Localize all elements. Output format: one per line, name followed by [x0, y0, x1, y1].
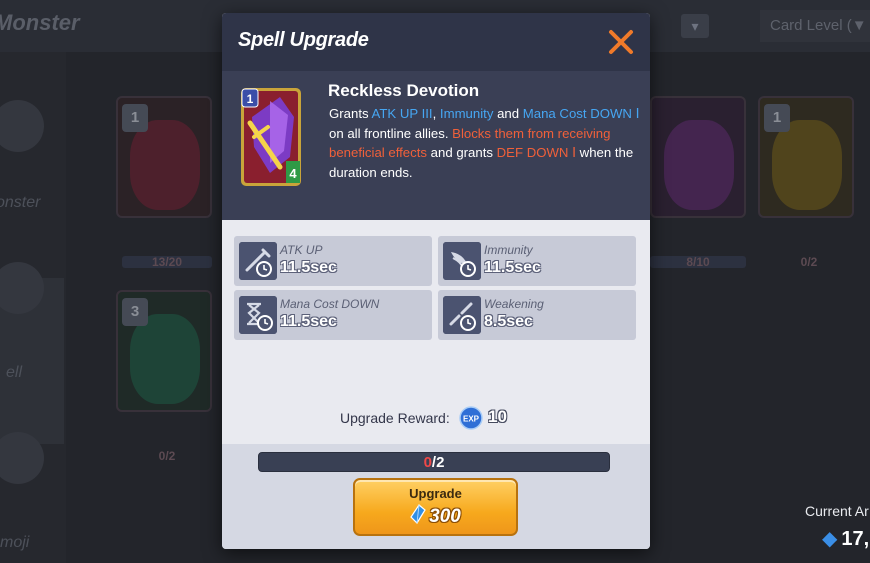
card-count: 13/20 [122, 256, 212, 268]
spell-info-panel: 1 4 Reckless Devotion Grants ATK UP III,… [222, 71, 650, 220]
card-art [130, 314, 200, 404]
effect-duration: 8.5sec [484, 313, 533, 330]
wing-timer-icon [443, 242, 481, 280]
sidebar: onster ell moji [0, 52, 66, 563]
card-level-badge: 3 [122, 298, 148, 326]
upgrade-reward-label: Upgrade Reward: [340, 410, 450, 426]
monster-tab-icon [0, 100, 44, 152]
card-count: 8/10 [650, 256, 746, 268]
spell-description: Grants ATK UP III, Immunity and Mana Cos… [329, 106, 640, 180]
effect-mana-cost-down: Mana Cost DOWN 11.5sec [234, 290, 432, 340]
svg-text:EXP: EXP [463, 415, 480, 424]
exp-icon: EXP [459, 406, 483, 430]
keyword-immunity: Immunity [439, 106, 494, 121]
upgrade-button[interactable]: Upgrade 300 [353, 478, 518, 536]
card-count: 0/2 [158, 449, 176, 463]
broken-sword-timer-icon [443, 296, 481, 334]
upgrade-cost: 300 [355, 504, 516, 528]
card-level-badge: 1 [764, 104, 790, 132]
crystal-icon [410, 504, 426, 524]
spell-card[interactable]: 1 [758, 96, 854, 218]
card-art [130, 120, 200, 210]
effect-name: Immunity [484, 243, 533, 257]
card-art [664, 120, 734, 210]
spell-card[interactable]: 3 [116, 290, 212, 412]
sort-dropdown[interactable]: Card Level (▼ [760, 10, 870, 42]
sidebar-item-monster[interactable]: onster [0, 194, 62, 212]
spell-upgrade-dialog: Spell Upgrade 1 4 Reckless Devotion Gran… [222, 13, 650, 549]
dialog-header: Spell Upgrade [222, 13, 650, 71]
filter-dropdown[interactable]: ▾ [681, 14, 709, 38]
effect-weakening: Weakening 8.5sec [438, 290, 636, 340]
currency-label: Current Ar [805, 503, 869, 519]
spell-card-art: 1 4 [241, 88, 301, 186]
keyword-mana-cost-down: Mana Cost DOWN Ⅰ [522, 106, 640, 121]
effect-duration: 11.5sec [280, 313, 337, 330]
spell-card[interactable]: 1 [116, 96, 212, 218]
progress-text: 0/2 [423, 454, 445, 471]
effect-duration: 11.5sec [484, 259, 541, 276]
crystal-icon: ◆ [822, 528, 838, 550]
effect-name: Mana Cost DOWN [280, 297, 380, 311]
effect-atk-up: ATK UP 11.5sec [234, 236, 432, 286]
card-progress-bar: 0/2 [258, 452, 610, 472]
dialog-footer: 0/2 Upgrade 300 [222, 444, 650, 549]
card-art [772, 120, 842, 210]
card-level-badge: 1 [122, 104, 148, 132]
upgrade-button-label: Upgrade [409, 486, 462, 501]
effect-duration: 11.5sec [280, 259, 337, 276]
close-x-icon[interactable] [606, 27, 636, 57]
sidebar-item-emoji[interactable]: moji [0, 534, 66, 552]
keyword-def-down: DEF DOWN Ⅰ [496, 145, 577, 160]
spell-name: Reckless Devotion [328, 81, 480, 100]
page-title: Monster [0, 10, 80, 35]
hourglass-timer-icon [239, 296, 277, 334]
effect-name: ATK UP [280, 243, 323, 257]
card-mana-cost: 4 [289, 166, 297, 181]
currency-value: ◆ 17, [822, 528, 870, 550]
keyword-atk-up: ATK UP III [371, 106, 433, 121]
card-level: 1 [247, 92, 254, 106]
effect-immunity: Immunity 11.5sec [438, 236, 636, 286]
emoji-tab-icon [0, 432, 44, 484]
sidebar-item-spell[interactable]: ell [6, 364, 72, 382]
upgrade-reward-value: 10 [488, 407, 507, 426]
card-count: 0/2 [800, 255, 818, 269]
chevron-down-icon: ▾ [691, 18, 699, 34]
effect-name: Weakening [484, 297, 544, 311]
sword-timer-icon [239, 242, 277, 280]
dialog-title: Spell Upgrade [238, 29, 369, 51]
spell-card[interactable] [650, 96, 746, 218]
